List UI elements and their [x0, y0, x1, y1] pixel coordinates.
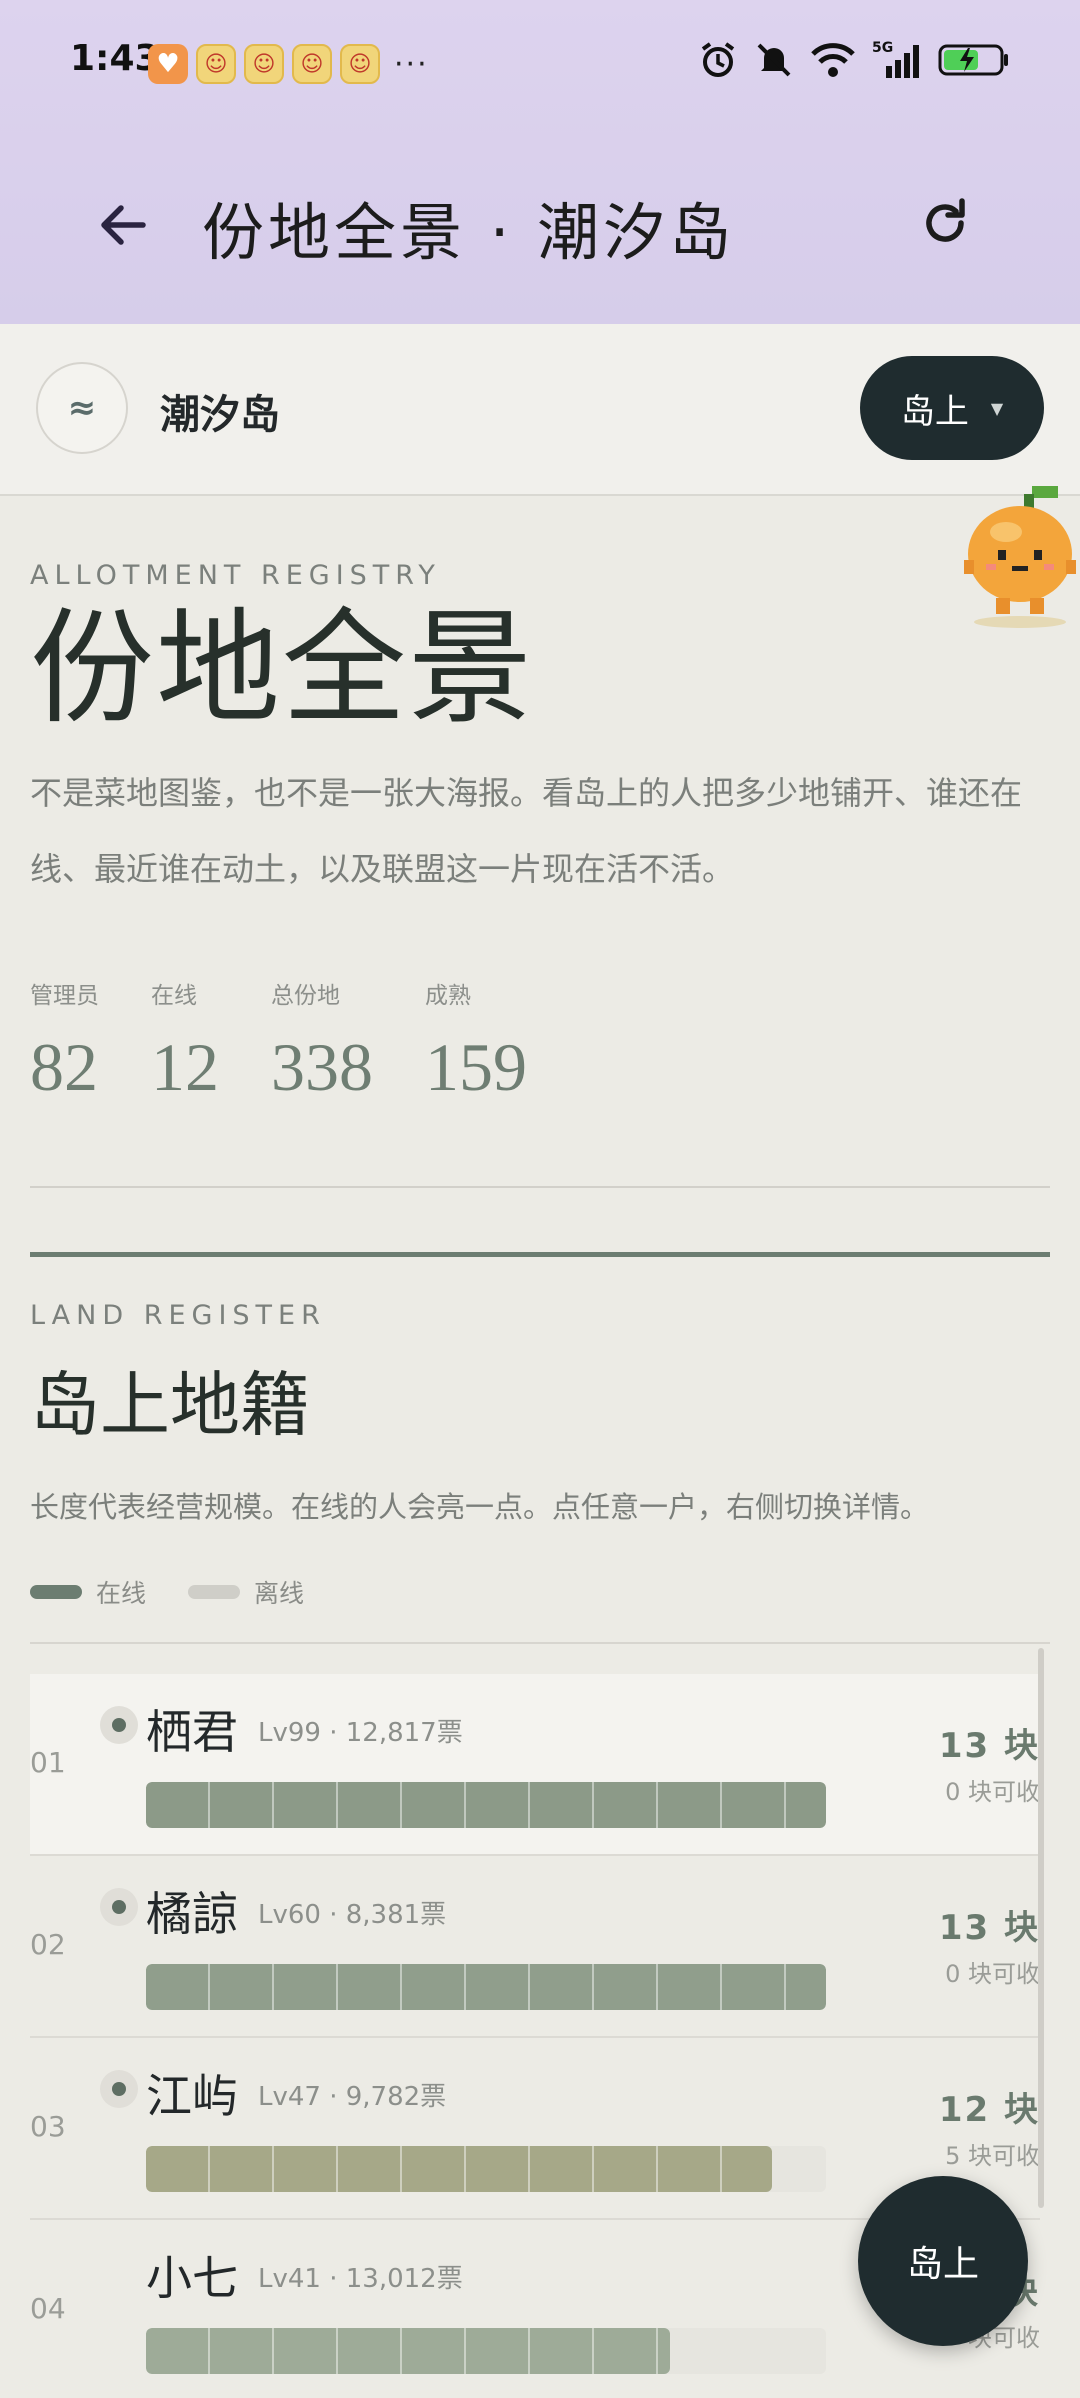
weibo-icon: ☺ [244, 44, 284, 84]
plot-count: 12 块 [938, 2090, 1040, 2130]
legend-label-offline: 离线 [254, 1579, 305, 1608]
harvestable-count: 0 块可收 [945, 1778, 1040, 1806]
plot-count: 13 块 [938, 1908, 1040, 1948]
harvestable-count: 0 块可收 [945, 1960, 1040, 1988]
page-title: 份地全景 · 潮汐岛 [202, 196, 736, 269]
island-selector[interactable]: 岛上 ▼ [860, 356, 1044, 460]
owner-name: 小七 [146, 2251, 238, 2305]
register-section: LAND REGISTER 岛上地籍 长度代表经营规模。在线的人会亮一点。点任意… [30, 1300, 1050, 1526]
weibo-icon: ☺ [196, 44, 236, 84]
stat-online: 在线 12 [151, 976, 219, 1107]
plot-count: 13 块 [938, 1726, 1040, 1766]
wifi-icon [810, 40, 856, 80]
scale-bar [146, 2328, 826, 2374]
rank-number: 04 [30, 2292, 66, 2325]
scale-bar-fill [146, 1782, 826, 1828]
island-logo: ≈ [36, 362, 128, 454]
notification-icons: ♥ ☺ ☺ ☺ ☺ ··· [148, 44, 429, 84]
hero-description: 不是菜地图鉴，也不是一张大海报。看岛上的人把多少地铺开、谁还在线、最近谁在动土，… [30, 774, 1023, 889]
scale-bar-fill [146, 2146, 772, 2192]
stat-label: 在线 [151, 983, 197, 1009]
online-indicator [100, 2070, 138, 2108]
stat-value: 12 [151, 1029, 219, 1105]
battery-icon [938, 40, 1010, 80]
island-selector-label: 岛上 [900, 391, 969, 432]
list-item[interactable]: 03 江屿 Lv47 · 9,782票 12 块 5 块可收 [30, 2038, 1040, 2220]
owner-meta: Lv41 · 13,012票 [258, 2264, 463, 2294]
owner-name: 江屿 [146, 2069, 238, 2123]
weibo-icon: ☺ [292, 44, 332, 84]
owner-meta: Lv60 · 8,381票 [258, 1900, 447, 1930]
weibo-icon: ☺ [340, 44, 380, 84]
section-divider [30, 1252, 1050, 1257]
scrollbar[interactable] [1038, 1648, 1044, 2208]
stat-ripe: 成熟 159 [425, 976, 527, 1107]
mute-icon [754, 40, 794, 80]
register-title: 岛上地籍 [30, 1364, 310, 1446]
status-time: 1:43 [70, 38, 160, 79]
legend-swatch-online [30, 1585, 82, 1599]
island-header: ≈ 潮汐岛 岛上 ▼ [0, 324, 1080, 496]
app-bar: 份地全景 · 潮汐岛 [0, 140, 1080, 300]
register-description: 长度代表经营规模。在线的人会亮一点。点任意一户，右侧切换详情。 [30, 1490, 930, 1524]
hero-section: ALLOTMENT REGISTRY 份地全景 不是菜地图鉴，也不是一张大海报。… [30, 560, 1050, 907]
stats-row: 管理员 82 在线 12 总份地 338 成熟 159 [30, 976, 579, 1107]
island-fab-button[interactable]: 岛上 [858, 2176, 1028, 2346]
stat-label: 成熟 [425, 983, 471, 1009]
owner-meta: Lv47 · 9,782票 [258, 2082, 447, 2112]
rank-number: 02 [30, 1928, 66, 1961]
stat-value: 338 [271, 1029, 373, 1105]
harvestable-count: 5 块可收 [945, 2142, 1040, 2170]
rank-number: 01 [30, 1746, 66, 1779]
stat-value: 82 [30, 1029, 98, 1105]
stat-label: 管理员 [30, 983, 99, 1009]
hero-title: 份地全景 [30, 597, 535, 741]
status-bar: 1:43 ♥ ☺ ☺ ☺ ☺ ··· 5G [0, 0, 1080, 130]
stat-label: 总份地 [271, 983, 340, 1009]
refresh-icon [926, 198, 965, 242]
owner-meta: Lv99 · 12,817票 [258, 1718, 463, 1748]
caret-down-icon: ▼ [990, 398, 1004, 418]
legend-label-online: 在线 [96, 1579, 147, 1608]
register-eyebrow: LAND REGISTER [30, 1300, 326, 1331]
scale-bar [146, 2146, 826, 2192]
stat-total-plots: 总份地 338 [271, 976, 373, 1107]
cellular-signal-icon: 5G [872, 40, 922, 80]
scale-bar [146, 1964, 826, 2010]
refresh-button[interactable] [910, 188, 980, 258]
hero-eyebrow: ALLOTMENT REGISTRY [30, 560, 441, 591]
status-icons: 5G [698, 40, 1010, 80]
divider [30, 1642, 1050, 1644]
rank-number: 03 [30, 2110, 66, 2143]
list-item[interactable]: 01 栖君 Lv99 · 12,817票 13 块 0 块可收 [30, 1674, 1040, 1856]
stat-value: 159 [425, 1029, 527, 1105]
online-indicator [100, 1706, 138, 1744]
divider [30, 1186, 1050, 1188]
alarm-icon [698, 40, 738, 80]
stat-admins: 管理员 82 [30, 976, 99, 1107]
scale-bar-fill [146, 1964, 826, 2010]
heart-app-icon: ♥ [148, 44, 188, 84]
svg-text:5G: 5G [872, 40, 893, 56]
scale-bar [146, 1782, 826, 1828]
legend: 在线 离线 [30, 1574, 332, 1610]
arrow-left-icon [101, 205, 146, 245]
scale-bar-fill [146, 2328, 670, 2374]
island-name: 潮汐岛 [160, 392, 280, 438]
owner-name: 橘諒 [146, 1887, 238, 1941]
back-button[interactable] [88, 190, 158, 260]
online-indicator [100, 1888, 138, 1926]
owner-name: 栖君 [146, 1705, 238, 1759]
list-item[interactable]: 02 橘諒 Lv60 · 8,381票 13 块 0 块可收 [30, 1856, 1040, 2038]
more-notifications-icon: ··· [394, 46, 429, 82]
legend-swatch-offline [188, 1585, 241, 1599]
